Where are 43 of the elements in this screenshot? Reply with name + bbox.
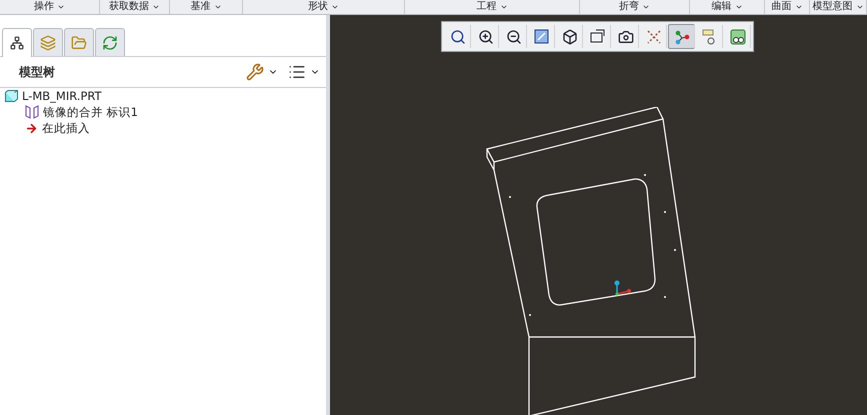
caret-icon (734, 3, 742, 11)
search-icon (450, 28, 466, 44)
caret-icon (500, 3, 508, 11)
cube-icon (562, 28, 578, 44)
tree-item[interactable]: L-MB_MIR.PRT (22, 89, 102, 103)
caret-icon (214, 3, 222, 11)
menu-group[interactable]: 工程 (405, 0, 580, 14)
menu-group[interactable]: 曲面 (765, 0, 810, 14)
menu-group[interactable]: 获取数据 (100, 0, 170, 14)
menu-group[interactable]: 基准 (170, 0, 243, 14)
caret-icon (642, 3, 650, 11)
caret-icon (856, 3, 864, 11)
part-icon (5, 90, 18, 102)
camera-icon (618, 28, 634, 44)
saved-views-icon (590, 29, 606, 44)
mirror-icon (25, 105, 39, 119)
tree-item[interactable]: 在此插入 (42, 120, 90, 136)
zoom-out-icon (506, 28, 522, 44)
panel-title: 模型树 (19, 64, 56, 80)
menu-group[interactable]: 形状 (243, 0, 405, 14)
list-icon[interactable] (288, 63, 306, 81)
caret-icon (794, 3, 802, 11)
caret-icon (57, 3, 65, 11)
menu-group[interactable]: 编辑 (690, 0, 765, 14)
arrow-icon (25, 122, 38, 134)
layers-icon (40, 34, 56, 50)
caret-icon (331, 3, 339, 11)
menu-group[interactable]: 操作 (0, 0, 100, 14)
appearance-icon (730, 28, 746, 44)
annotation-icon (702, 28, 718, 44)
refresh-icon (102, 34, 118, 50)
spin-center-icon (674, 28, 690, 44)
menu-group[interactable]: 折弯 (580, 0, 690, 14)
panel-tab[interactable] (2, 28, 32, 57)
caret-icon (152, 3, 160, 11)
menu-group[interactable]: 模型意图 (810, 0, 867, 14)
settings-icon[interactable] (246, 63, 264, 81)
tree-icon (10, 36, 24, 50)
datum-display-icon (646, 28, 662, 44)
repaint-icon (534, 29, 549, 44)
zoom-in-icon (478, 28, 494, 44)
folder-icon (71, 34, 87, 50)
tree-item[interactable]: 镜像的合并 标识1 (43, 104, 138, 120)
